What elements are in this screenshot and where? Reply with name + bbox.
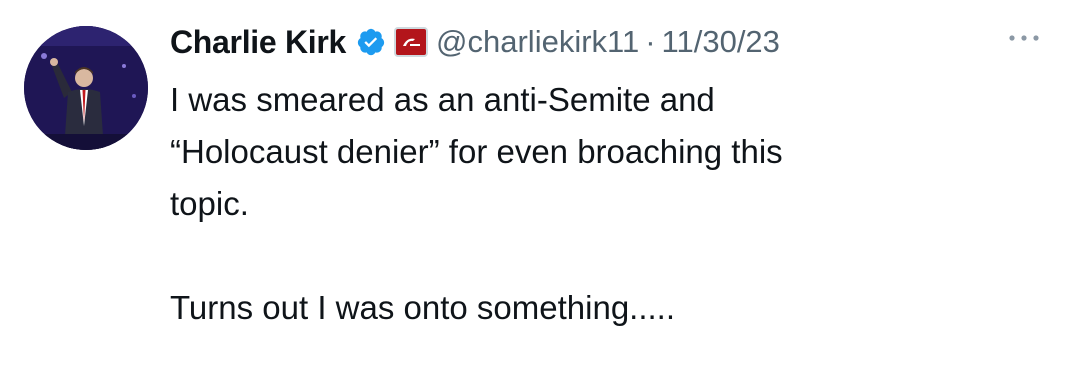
- avatar[interactable]: [24, 26, 148, 150]
- more-options-icon[interactable]: [1000, 26, 1048, 50]
- tweet-text: I was smeared as an anti-Semite and “Hol…: [170, 81, 783, 326]
- tweet-header: Charlie Kirk @charliekirk11 · 11/30/23: [170, 18, 780, 66]
- verified-badge-icon[interactable]: [356, 27, 386, 57]
- header-separator: ·: [645, 24, 656, 59]
- display-name[interactable]: Charlie Kirk: [170, 24, 346, 61]
- tweet-date[interactable]: 11/30/23: [662, 24, 780, 60]
- avatar-photo-icon: [24, 26, 148, 150]
- affiliate-badge-icon[interactable]: [394, 27, 429, 57]
- author-handle[interactable]: @charliekirk11: [436, 24, 639, 60]
- tweet-card[interactable]: Charlie Kirk @charliekirk11 · 11/30/23 I…: [0, 0, 1072, 391]
